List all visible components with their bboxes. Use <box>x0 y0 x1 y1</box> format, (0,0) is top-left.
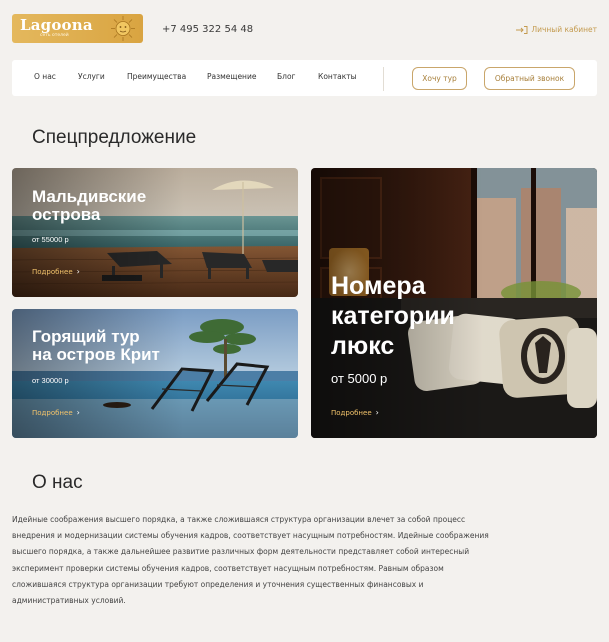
offer-price: от 30000 р <box>32 376 69 385</box>
about-heading: О нас <box>32 472 83 493</box>
offer-card-crete[interactable]: Горящий тур на остров Крит от 30000 р По… <box>12 309 298 438</box>
offer-price: от 5000 р <box>331 371 388 386</box>
logo[interactable]: Lagoona сеть отелей <box>12 14 143 43</box>
nav-item-blog[interactable]: Блог <box>277 72 295 81</box>
offer-title-line1: Горящий тур <box>32 327 140 346</box>
offer-title-line3: люкс <box>331 332 395 360</box>
offer-title-line2: острова <box>32 204 101 224</box>
login-icon <box>516 25 528 34</box>
more-label: Подробнее <box>32 267 73 276</box>
personal-cabinet-link[interactable]: Личный кабинет <box>516 25 597 34</box>
offer-title-line2: категории <box>331 302 455 330</box>
nav-item-about[interactable]: О нас <box>34 72 56 81</box>
nav-item-accommodation[interactable]: Размещение <box>207 72 256 81</box>
offer-price: от 55000 р <box>32 235 69 244</box>
more-link[interactable]: Подробнее › <box>32 408 80 417</box>
phone-number[interactable]: +7 495 322 54 48 <box>162 24 253 35</box>
logo-subtitle: сеть отелей <box>40 33 69 39</box>
cabinet-label: Личный кабинет <box>531 25 597 34</box>
offer-title-line1: Номера <box>331 272 426 300</box>
more-link[interactable]: Подробнее › <box>331 408 379 417</box>
chevron-right-icon: › <box>76 267 80 276</box>
offer-title-line1: Мальдивские <box>32 187 147 206</box>
about-paragraph: Идейные соображения высшего порядка, а т… <box>12 515 489 606</box>
callback-button[interactable]: Обратный звонок <box>484 67 575 90</box>
more-link[interactable]: Подробнее › <box>32 267 80 276</box>
offer-title-line2: на остров Крит <box>32 344 160 364</box>
offer-card-luxe[interactable]: Номера категории люкс от 5000 р Подробне… <box>311 168 597 438</box>
nav-item-services[interactable]: Услуги <box>78 72 105 81</box>
want-tour-button[interactable]: Хочу тур <box>412 67 467 90</box>
nav-item-contacts[interactable]: Контакты <box>318 72 357 81</box>
more-label: Подробнее <box>331 408 372 417</box>
special-offer-heading: Спецпредложение <box>32 127 197 148</box>
sun-icon <box>111 16 135 41</box>
chevron-right-icon: › <box>375 408 379 417</box>
offer-card-maldives[interactable]: Мальдивские острова от 55000 р Подробнее… <box>12 168 298 297</box>
chevron-right-icon: › <box>76 408 80 417</box>
nav-item-advantages[interactable]: Преимущества <box>127 72 186 81</box>
nav-divider <box>383 67 384 91</box>
logo-title: Lagoona <box>20 16 93 35</box>
main-navigation: О нас Услуги Преимущества Размещение Бло… <box>12 60 597 96</box>
more-label: Подробнее <box>32 408 73 417</box>
